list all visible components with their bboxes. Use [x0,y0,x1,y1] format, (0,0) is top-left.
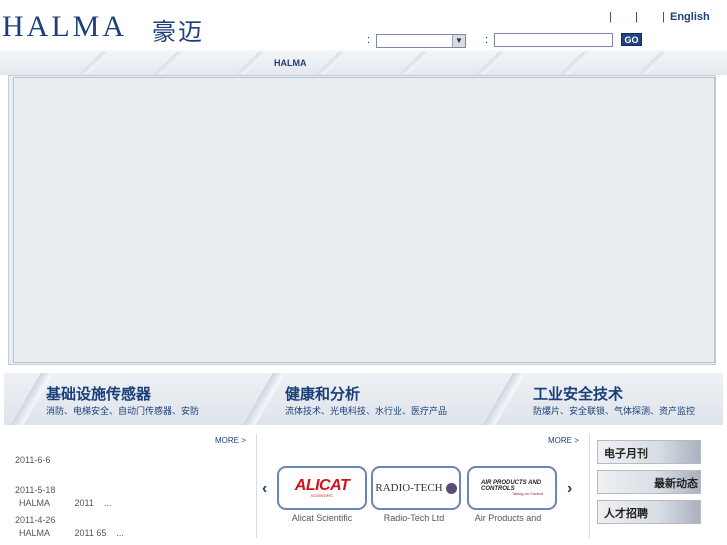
news-date: 2011-4-26 [15,515,56,525]
news-date: 2011-6-6 [15,455,51,465]
halma-logo[interactable]: HALMA [2,10,127,44]
main-content-area [13,77,715,363]
sidebar-item-label: 人才招聘 [604,507,648,520]
halma-logo-chinese[interactable]: 豪迈 [152,12,204,47]
brand-caption[interactable]: Alicat Scientific [277,513,367,523]
category-health[interactable]: 健康和分析 流体技术、光电科技、水行业、医疗产品 [285,383,447,417]
band-decoration [480,373,530,425]
news-more-link[interactable]: MORE > [215,436,246,445]
sidebar-item-newsletter[interactable]: 电子月刊 [597,440,701,464]
alicat-logo-sub: SCIENTIFIC [310,493,334,498]
band-decoration [556,52,592,74]
carousel-prev-icon[interactable]: ‹ [262,480,267,498]
nav-halma-link[interactable]: HALMA [274,58,307,68]
go-button[interactable]: GO [621,33,642,46]
category-select[interactable]: ▼ [376,34,466,48]
search-label: : [485,34,489,46]
alicat-logo-text: ALICAT [294,477,350,494]
news-date: 2011-5-18 [15,485,56,495]
english-link[interactable]: English [670,11,710,23]
brands-more-link[interactable]: MORE > [548,436,579,445]
category-title: 工业安全技术 [533,385,624,403]
column-divider [589,434,590,538]
category-title: 健康和分析 [285,385,361,403]
sidebar-item-latest-news[interactable]: 最新动态 [597,470,701,494]
news-link[interactable]: HALMA 2011 65 ... [19,528,124,538]
chevron-down-icon[interactable]: ▼ [452,35,465,47]
news-link[interactable]: HALMA 2011 ... [19,498,111,508]
band-decoration [472,52,508,74]
sidebar-item-careers[interactable]: 人才招聘 [597,500,701,524]
radio-tech-emblem-icon [445,482,457,494]
category-infrastructure[interactable]: 基础设施传感器 消防、电梯安全、自动门传感器、安防 [46,383,199,417]
category-subtitle: 消防、电梯安全、自动门传感器、安防 [46,407,200,417]
sidebar-item-label: 电子月刊 [604,447,648,460]
band-decoration [395,52,431,74]
category-title: 基础设施传感器 [46,385,152,403]
air-products-logo-sub: Taking on Control [511,491,543,496]
brand-caption[interactable]: Radio-Tech Ltd [369,513,459,523]
top-link-separator-3: | [662,11,665,23]
brand-logo-alicat[interactable]: ALICAT SCIENTIFIC [277,466,367,510]
band-decoration [150,52,186,74]
category-subtitle: 流体技术、光电科技、水行业、医疗产品 [285,407,448,417]
sidebar-item-label: 最新动态 [654,477,698,490]
band-decoration [240,373,290,425]
category-subtitle: 防爆片、安全联锁、气体探测、资产监控 [533,407,696,417]
brand-caption[interactable]: Air Products and [463,513,553,523]
top-link-separator-1: | [609,11,612,23]
carousel-next-icon[interactable]: › [567,480,572,498]
band-decoration [312,52,348,74]
search-input[interactable] [494,33,613,47]
band-decoration [634,52,670,74]
band-decoration [75,52,111,74]
top-link-separator-2: | [635,11,638,23]
brand-logo-air-products[interactable]: AIR PRODUCTS AND CONTROLS Taking on Cont… [467,466,557,510]
brand-logo-radio-tech[interactable]: RADIO-TECH [371,466,461,510]
band-decoration [232,52,268,74]
column-divider [256,434,257,538]
category-industrial-safety[interactable]: 工业安全技术 防爆片、安全联锁、气体探测、资产监控 [533,383,695,417]
select-label: : [367,34,371,46]
radio-tech-logo-text: RADIO-TECH [375,482,443,494]
